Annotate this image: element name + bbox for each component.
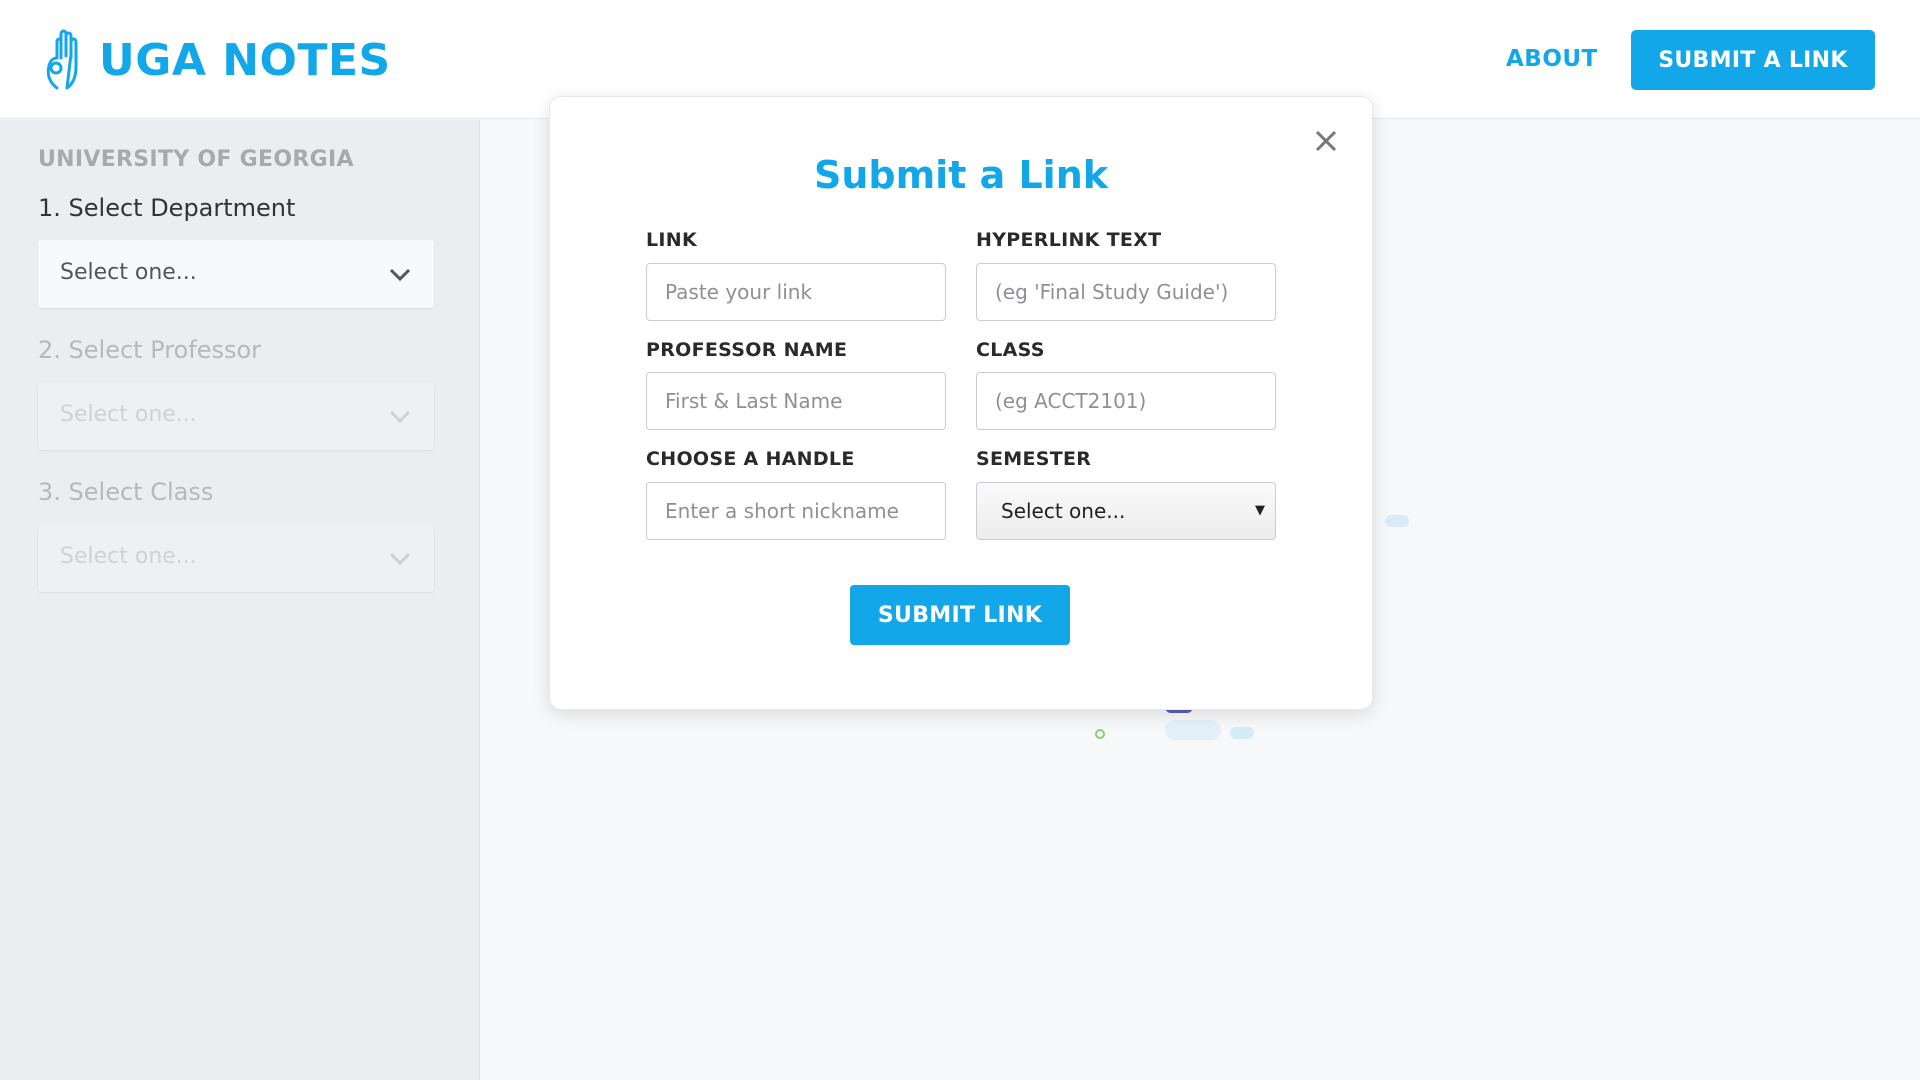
class-select[interactable]: Select one... (38, 524, 434, 592)
submit-a-link-button[interactable]: SUBMIT A LINK (1631, 30, 1875, 90)
professor-name-input[interactable] (646, 372, 946, 430)
submit-link-modal: Submit a Link LINK HYPERLINK TEXT PROFES… (549, 96, 1373, 710)
department-select-value: Select one... (60, 260, 197, 285)
close-icon[interactable] (1312, 127, 1340, 155)
chevron-down-icon (389, 268, 411, 282)
semester-select[interactable]: Select one... ▼ (976, 482, 1276, 540)
background-decoration (1095, 729, 1105, 739)
step-department-label: 1. Select Department (38, 194, 296, 222)
university-label: UNIVERSITY OF GEORGIA (38, 147, 354, 172)
class-label: CLASS (976, 339, 1045, 361)
chevron-down-icon (389, 552, 411, 566)
professor-select-value: Select one... (60, 402, 197, 427)
ok-hand-icon (46, 29, 78, 90)
brand-logo[interactable]: UGA NOTES (43, 28, 391, 92)
professor-name-label: PROFESSOR NAME (646, 339, 848, 361)
dropdown-arrow-icon: ▼ (1255, 503, 1265, 518)
class-select-value: Select one... (60, 544, 197, 569)
chevron-down-icon (389, 410, 411, 424)
hyperlink-text-label: HYPERLINK TEXT (976, 229, 1162, 251)
brand-name: UGA NOTES (99, 34, 391, 86)
background-decoration (1165, 720, 1221, 740)
sidebar: UNIVERSITY OF GEORGIA 1. Select Departme… (0, 120, 480, 1080)
class-input[interactable] (976, 372, 1276, 430)
link-label: LINK (646, 229, 698, 251)
background-decoration (1385, 515, 1409, 527)
handle-input[interactable] (646, 482, 946, 540)
background-decoration (1230, 727, 1254, 739)
semester-label: SEMESTER (976, 448, 1092, 470)
step-professor-label: 2. Select Professor (38, 336, 262, 364)
nav-about-link[interactable]: ABOUT (1506, 46, 1598, 72)
semester-select-value: Select one... (1001, 499, 1126, 523)
department-select[interactable]: Select one... (38, 240, 434, 308)
submit-link-button[interactable]: SUBMIT LINK (850, 585, 1070, 645)
handle-label: CHOOSE A HANDLE (646, 448, 855, 470)
modal-title: Submit a Link (813, 153, 1109, 197)
hyperlink-text-input[interactable] (976, 263, 1276, 321)
professor-select[interactable]: Select one... (38, 382, 434, 450)
step-class-label: 3. Select Class (38, 478, 214, 506)
link-input[interactable] (646, 263, 946, 321)
